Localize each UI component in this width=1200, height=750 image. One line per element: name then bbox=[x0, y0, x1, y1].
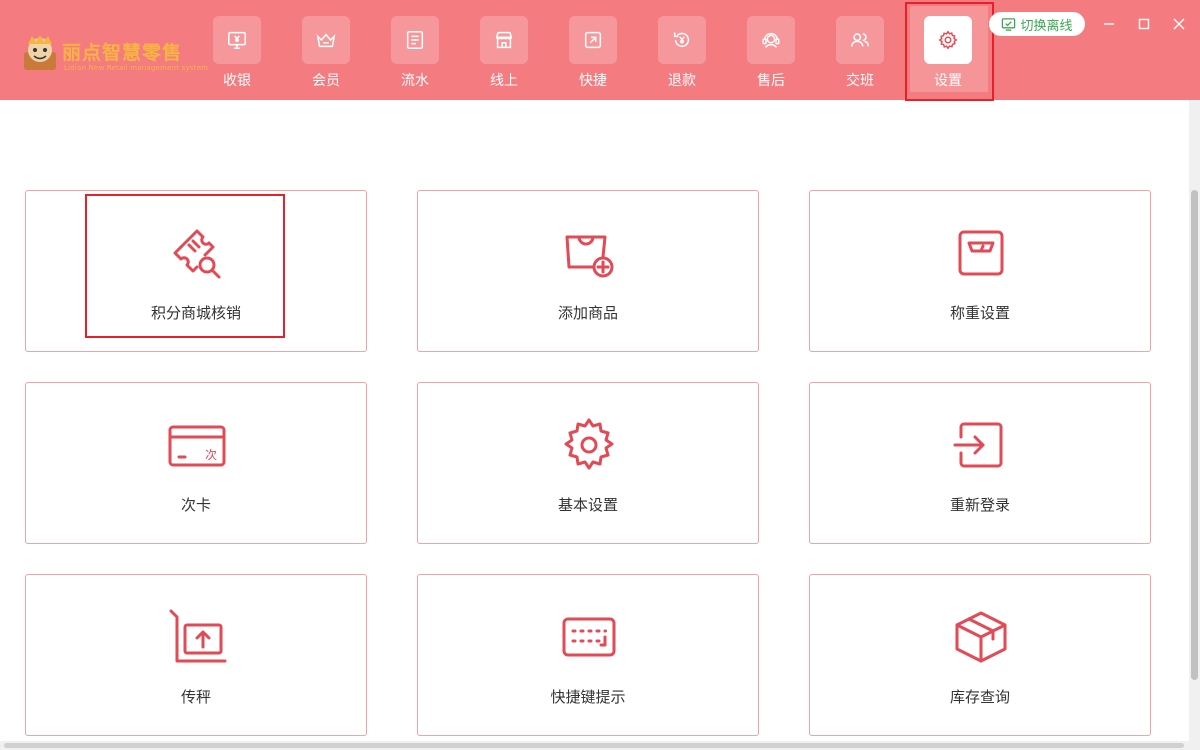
card-label: 库存查询 bbox=[949, 688, 1010, 706]
card-label: 传秤 bbox=[180, 688, 211, 706]
card-count-card[interactable]: 次 次卡 bbox=[25, 382, 367, 544]
close-icon bbox=[1173, 18, 1185, 30]
gear-icon bbox=[564, 418, 614, 470]
maximize-button[interactable] bbox=[1134, 14, 1154, 34]
login-icon bbox=[953, 422, 1003, 468]
nav-item-checkout[interactable]: 收银 bbox=[202, 16, 272, 92]
vertical-scrollbar[interactable] bbox=[1189, 100, 1200, 750]
mascot-icon bbox=[24, 35, 56, 70]
ticket-search-icon bbox=[173, 229, 221, 279]
card-label: 添加商品 bbox=[557, 304, 618, 322]
card-label: 积分商城核销 bbox=[150, 304, 241, 322]
box-icon bbox=[955, 611, 1007, 663]
keyboard-icon bbox=[562, 617, 616, 657]
card-transfer-scale[interactable]: 传秤 bbox=[25, 574, 367, 736]
card-basic-settings[interactable]: 基本设置 bbox=[417, 382, 759, 544]
storefront-icon bbox=[495, 31, 513, 49]
card-points-mall-redeem[interactable]: 积分商城核销 bbox=[25, 190, 367, 352]
nav-item-transactions[interactable]: 流水 bbox=[380, 16, 450, 92]
card-relogin[interactable]: 重新登录 bbox=[809, 382, 1151, 544]
nav-label: 设置 bbox=[934, 73, 962, 89]
app-logo: 丽点智慧零售 Lidian New Retail management syst… bbox=[22, 34, 208, 76]
nav-item-members[interactable]: 会员 bbox=[291, 16, 361, 92]
top-toolbar: 丽点智慧零售 Lidian New Retail management syst… bbox=[0, 0, 1200, 101]
minimize-icon bbox=[1104, 23, 1114, 25]
scale-upload-icon bbox=[169, 609, 227, 663]
offline-label: 切换离线 bbox=[1020, 18, 1073, 34]
users-icon bbox=[851, 33, 869, 47]
headset-icon bbox=[762, 32, 780, 48]
nav-item-settings[interactable]: 设置 bbox=[913, 16, 983, 92]
switch-offline-button[interactable]: 切换离线 bbox=[989, 12, 1085, 36]
refund-icon bbox=[673, 32, 690, 48]
crown-icon bbox=[316, 33, 336, 48]
card-label: 快捷键提示 bbox=[550, 688, 626, 706]
horizontal-scrollbar-thumb[interactable] bbox=[4, 743, 1184, 748]
card-badge: 次 bbox=[205, 448, 217, 462]
card-label: 称重设置 bbox=[949, 304, 1010, 322]
nav-label: 会员 bbox=[312, 73, 340, 89]
brand-name: 丽点智慧零售 bbox=[62, 42, 183, 64]
card-add-product[interactable]: 添加商品 bbox=[417, 190, 759, 352]
card-weighing-settings[interactable]: 称重设置 bbox=[809, 190, 1151, 352]
nav-label: 快捷 bbox=[579, 73, 607, 89]
minimize-button[interactable] bbox=[1099, 14, 1119, 34]
nav-label: 售后 bbox=[757, 73, 785, 89]
nav-item-quick[interactable]: 快捷 bbox=[558, 16, 628, 92]
quick-icon bbox=[584, 31, 602, 49]
nav-label: 线上 bbox=[490, 73, 518, 89]
ledger-icon bbox=[406, 31, 424, 49]
card-inventory-query[interactable]: 库存查询 bbox=[809, 574, 1151, 736]
monitor-yen-icon bbox=[228, 31, 246, 49]
vertical-scrollbar-thumb[interactable] bbox=[1191, 190, 1198, 680]
horizontal-scrollbar[interactable] bbox=[0, 741, 1189, 750]
nav-item-aftersales[interactable]: 售后 bbox=[736, 16, 806, 92]
maximize-icon bbox=[1138, 18, 1150, 30]
close-button[interactable] bbox=[1169, 14, 1189, 34]
nav-label: 收银 bbox=[223, 73, 251, 89]
nav-label: 交班 bbox=[846, 73, 874, 89]
card-shortcut-hints[interactable]: 快捷键提示 bbox=[417, 574, 759, 736]
nav-item-shift[interactable]: 交班 bbox=[825, 16, 895, 92]
nav-item-online[interactable]: 线上 bbox=[469, 16, 539, 92]
card-label: 基本设置 bbox=[557, 496, 618, 514]
nav-item-refund[interactable]: 退款 bbox=[647, 16, 717, 92]
nav-label: 流水 bbox=[401, 73, 429, 89]
brand-subtitle: Lidian New Retail management system bbox=[64, 64, 209, 72]
bag-add-icon bbox=[565, 235, 614, 278]
scale-icon bbox=[958, 230, 1004, 276]
card-label: 次卡 bbox=[180, 496, 211, 514]
monitor-check-icon bbox=[1002, 17, 1016, 31]
card-icon: 次 bbox=[168, 425, 226, 467]
nav-label: 退款 bbox=[668, 73, 696, 89]
card-label: 重新登录 bbox=[949, 496, 1010, 514]
gear-icon bbox=[938, 30, 958, 50]
